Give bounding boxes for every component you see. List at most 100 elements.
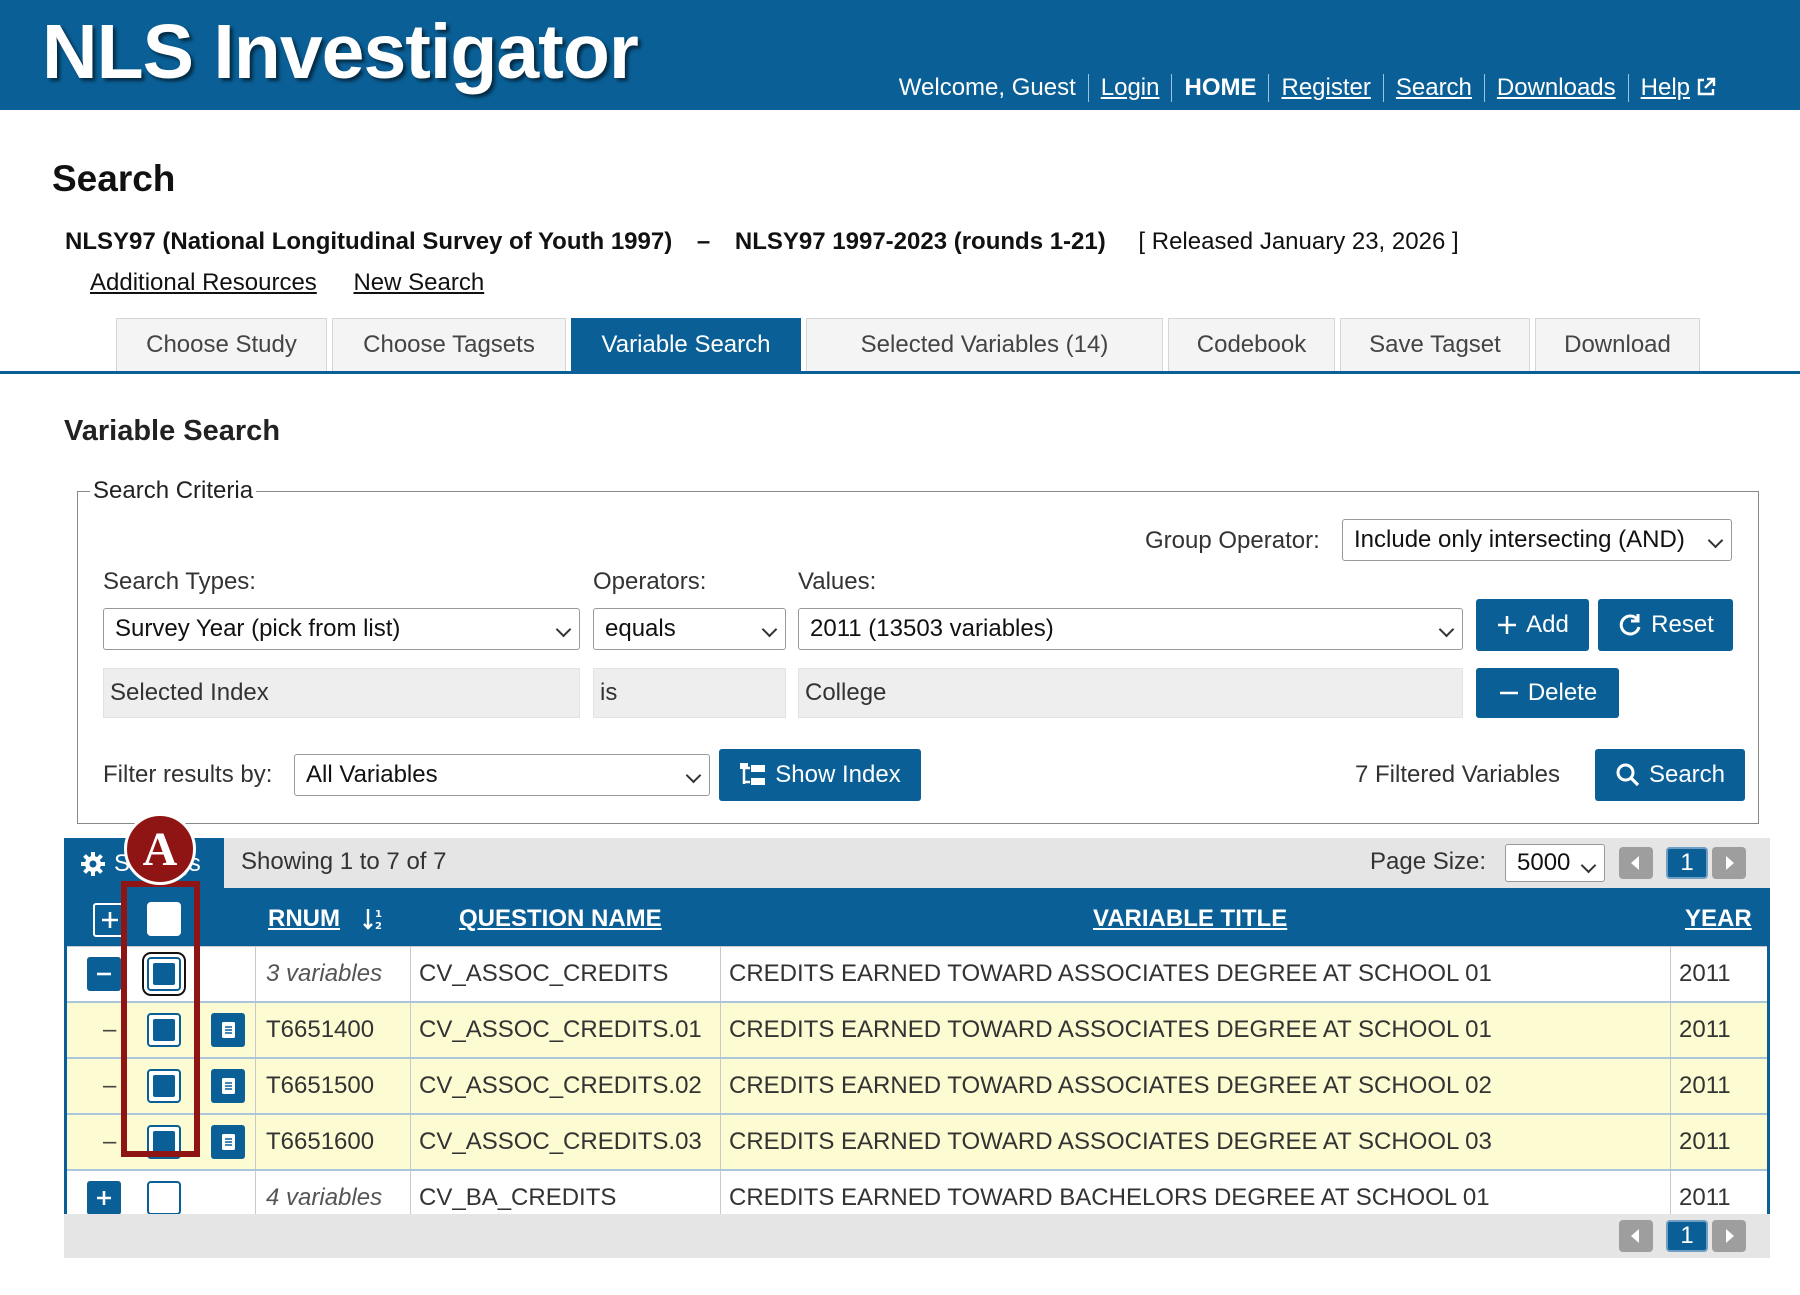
app-title: NLS Investigator (42, 9, 639, 95)
tab-download[interactable]: Download (1535, 318, 1700, 371)
year-column-header[interactable]: YEAR (1685, 891, 1752, 946)
help-link[interactable]: Help (1627, 74, 1728, 102)
question-name-column-header[interactable]: QUESTION NAME (459, 891, 662, 946)
tab-selected-variables[interactable]: Selected Variables (14) (806, 318, 1163, 371)
reset-button[interactable]: Reset (1598, 599, 1733, 651)
variable-title-cell: CREDITS EARNED TOWARD ASSOCIATES DEGREE … (729, 1072, 1492, 1099)
rnum-column-header[interactable]: RNUM 1 2 (268, 891, 388, 946)
page-1-button[interactable]: 1 (1666, 1220, 1708, 1252)
page-size-value: 5000 (1517, 849, 1571, 876)
tab-choose-study[interactable]: Choose Study (116, 318, 327, 371)
search-link[interactable]: Search (1382, 74, 1484, 102)
collapse-group-button[interactable] (87, 957, 121, 991)
filter-label: Filter results by: (103, 761, 273, 788)
codebook-icon[interactable] (211, 1069, 245, 1103)
column-divider (1670, 1115, 1671, 1169)
show-index-button[interactable]: Show Index (719, 749, 921, 801)
reset-label: Reset (1651, 611, 1714, 638)
column-divider (255, 1003, 256, 1057)
external-link-icon (1697, 77, 1716, 96)
codebook-icon[interactable] (211, 1013, 245, 1047)
prev-page-button[interactable] (1619, 847, 1653, 879)
page-size-select[interactable]: 5000 (1505, 844, 1605, 882)
app-header: NLS Investigator Welcome, Guest Login HO… (0, 0, 1800, 110)
row-checkbox[interactable] (147, 1181, 181, 1215)
column-divider (410, 1003, 411, 1057)
column-divider (255, 947, 256, 1001)
value-select[interactable]: 2011 (13503 variables) (798, 608, 1463, 650)
filter-select[interactable]: All Variables (294, 754, 710, 796)
caret-left-icon (1631, 1229, 1639, 1243)
criteria-legend: Search Criteria (90, 477, 257, 505)
rnum-cell: T6651400 (266, 1016, 375, 1043)
plus-icon (102, 912, 118, 928)
column-divider (1670, 947, 1671, 1001)
tab-codebook[interactable]: Codebook (1168, 318, 1335, 371)
minus-icon (97, 972, 111, 976)
question-name-cell: CV_ASSOC_CREDITS (419, 960, 669, 987)
add-button[interactable]: Add (1476, 599, 1589, 651)
add-label: Add (1526, 611, 1569, 638)
study-links: Additional Resources New Search (90, 269, 514, 297)
register-link[interactable]: Register (1268, 74, 1382, 102)
section-title: Variable Search (64, 415, 281, 447)
new-search-link[interactable]: New Search (353, 269, 484, 296)
next-page-button[interactable] (1712, 847, 1746, 879)
show-index-label: Show Index (775, 761, 901, 788)
page-title: Search (52, 158, 176, 199)
group-operator-label: Group Operator: (1145, 527, 1320, 554)
chevron-down-icon (1580, 857, 1597, 874)
operator-value: equals (605, 615, 676, 642)
svg-text:2: 2 (375, 921, 382, 932)
variable-title-column-header[interactable]: VARIABLE TITLE (1093, 891, 1287, 946)
table-row: – T6651400 CV_ASSOC_CREDITS.01 CREDITS E… (67, 1001, 1767, 1057)
search-icon (1615, 762, 1641, 788)
welcome-text: Welcome, Guest (898, 74, 1076, 101)
chevron-down-icon (1707, 532, 1724, 549)
child-indicator: – (103, 1072, 117, 1099)
study-name: NLSY97 (National Longitudinal Survey of … (65, 228, 673, 255)
tab-save-tagset[interactable]: Save Tagset (1340, 318, 1530, 371)
operator-select[interactable]: equals (593, 608, 786, 650)
release-date: [ Released January 23, 2026 ] (1138, 228, 1459, 255)
document-icon (222, 1078, 235, 1094)
study-release: NLSY97 1997-2023 (rounds 1-21) (734, 228, 1106, 255)
rnum-cell: T6651600 (266, 1128, 375, 1155)
rnum-header-label: RNUM (268, 904, 340, 932)
chevron-down-icon (555, 621, 572, 638)
criteria-row-type: Selected Index (103, 668, 580, 718)
codebook-icon[interactable] (211, 1125, 245, 1159)
login-link[interactable]: Login (1087, 74, 1172, 102)
prev-page-button[interactable] (1619, 1220, 1653, 1252)
search-criteria: Search Criteria Group Operator: Include … (77, 477, 1759, 824)
delete-button[interactable]: Delete (1476, 668, 1619, 718)
caret-right-icon (1726, 1229, 1734, 1243)
search-type-select[interactable]: Survey Year (pick from list) (103, 608, 580, 650)
variable-title-cell: CREDITS EARNED TOWARD ASSOCIATES DEGREE … (729, 960, 1492, 987)
downloads-link[interactable]: Downloads (1483, 74, 1628, 102)
column-divider (1670, 1003, 1671, 1057)
year-cell: 2011 (1679, 1072, 1731, 1099)
child-indicator: – (103, 1016, 117, 1043)
variable-title-cell: CREDITS EARNED TOWARD ASSOCIATES DEGREE … (729, 1016, 1492, 1043)
group-operator-select[interactable]: Include only intersecting (AND) (1342, 519, 1732, 561)
column-divider (410, 1115, 411, 1169)
plus-icon (97, 1191, 111, 1205)
search-type-value: Survey Year (pick from list) (115, 615, 401, 642)
search-button[interactable]: Search (1595, 749, 1745, 801)
variable-title-cell: CREDITS EARNED TOWARD ASSOCIATES DEGREE … (729, 1128, 1492, 1155)
caret-right-icon (1726, 856, 1734, 870)
home-link[interactable]: HOME (1171, 74, 1268, 102)
document-icon (222, 1022, 235, 1038)
year-cell: 2011 (1679, 1128, 1731, 1155)
page-1-button[interactable]: 1 (1666, 847, 1708, 879)
results-footer (64, 1214, 1770, 1258)
year-cell: 2011 (1679, 1016, 1731, 1043)
year-cell: 2011 (1679, 960, 1731, 987)
tab-choose-tagsets[interactable]: Choose Tagsets (332, 318, 566, 371)
expand-group-button[interactable] (87, 1181, 121, 1215)
column-divider (720, 947, 721, 1001)
tab-variable-search[interactable]: Variable Search (571, 318, 801, 371)
next-page-button[interactable] (1712, 1220, 1746, 1252)
additional-resources-link[interactable]: Additional Resources (90, 269, 317, 296)
